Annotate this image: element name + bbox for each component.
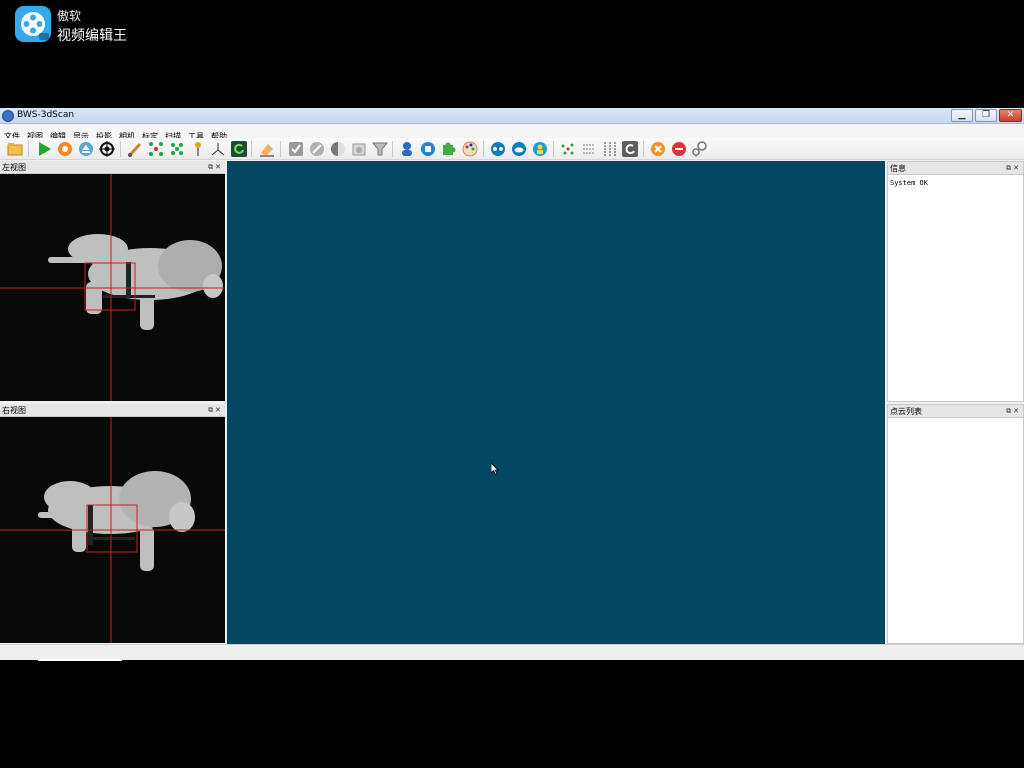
toolbar-separator bbox=[553, 141, 554, 157]
3d-viewport[interactable] bbox=[227, 161, 885, 644]
right-view-panel: 右视图 ⧉✕ bbox=[0, 404, 225, 644]
panel-title: 右视图 bbox=[2, 406, 26, 415]
left-view-header: 左视图 ⧉✕ bbox=[0, 161, 225, 174]
toolbar-separator bbox=[392, 141, 393, 157]
stop-red-icon[interactable] bbox=[671, 141, 687, 157]
restore-button[interactable]: ❐ bbox=[975, 109, 997, 122]
app-icon bbox=[2, 110, 14, 122]
merge-icon[interactable] bbox=[581, 141, 597, 157]
disable-icon[interactable] bbox=[309, 141, 325, 157]
toolbar-separator bbox=[28, 141, 29, 157]
toolbar-separator bbox=[483, 141, 484, 157]
target-icon[interactable] bbox=[99, 141, 115, 157]
info-header: 信息 ⧉✕ bbox=[888, 162, 1023, 175]
close-icon[interactable]: ✕ bbox=[1013, 407, 1021, 415]
grid-dots-icon[interactable] bbox=[602, 141, 618, 157]
puzzle-green-icon[interactable] bbox=[441, 141, 457, 157]
point-cloud-header: 点云列表 ⧉✕ bbox=[888, 405, 1023, 418]
window-title: BWS-3dScan bbox=[17, 110, 75, 120]
open-folder-icon[interactable] bbox=[7, 141, 23, 157]
info-panel: 信息 ⧉✕ System OK bbox=[887, 161, 1024, 402]
cloud-icon[interactable] bbox=[511, 141, 527, 157]
checkbox-icon[interactable] bbox=[288, 141, 304, 157]
watermark-product: 视频编辑王 bbox=[57, 28, 127, 44]
toolbar-separator bbox=[280, 141, 281, 157]
left-camera-image bbox=[0, 174, 225, 401]
stop-orange-icon[interactable] bbox=[650, 141, 666, 157]
status-segment bbox=[38, 659, 122, 661]
point-cloud-list-panel: 点云列表 ⧉✕ bbox=[887, 404, 1024, 644]
panel-controls: ⧉✕ bbox=[1006, 162, 1021, 175]
left-view-panel: 左视图 ⧉✕ bbox=[0, 161, 225, 402]
toolbar bbox=[0, 138, 1024, 160]
right-view-header: 右视图 ⧉✕ bbox=[0, 404, 225, 417]
select-region-icon[interactable] bbox=[169, 141, 185, 157]
toolbar-separator bbox=[120, 141, 121, 157]
close-icon: ✕ bbox=[1006, 110, 1015, 120]
axes-icon[interactable] bbox=[210, 141, 226, 157]
align-icon[interactable] bbox=[490, 141, 506, 157]
watermark-brand: 傲软 bbox=[57, 9, 82, 23]
close-button[interactable]: ✕ bbox=[999, 109, 1022, 122]
palette-icon[interactable] bbox=[462, 141, 478, 157]
minimize-button[interactable]: ▁ bbox=[951, 109, 973, 122]
right-camera-image bbox=[0, 417, 225, 643]
film-reel-icon bbox=[15, 6, 51, 42]
user-icon[interactable] bbox=[399, 141, 415, 157]
mouse-cursor-icon bbox=[490, 460, 499, 479]
panel-controls: ⧉✕ bbox=[208, 161, 223, 174]
toolbar-separator bbox=[251, 141, 252, 157]
close-icon[interactable]: ✕ bbox=[1013, 164, 1021, 172]
minimize-icon: ▁ bbox=[958, 110, 966, 120]
app-window: BWS-3dScan ▁ ❐ ✕ 文件 视图 编辑 显示 投影 相机 标定 扫描 工具 帮助 bbox=[0, 108, 1024, 661]
eject-icon[interactable] bbox=[78, 141, 94, 157]
toolbar-separator bbox=[643, 141, 644, 157]
puzzle-blue-icon[interactable] bbox=[420, 141, 436, 157]
scatter-icon[interactable] bbox=[560, 141, 576, 157]
filter-icon[interactable] bbox=[372, 141, 388, 157]
panel-controls: ⧉✕ bbox=[208, 404, 223, 417]
close-icon[interactable]: ✕ bbox=[215, 406, 223, 414]
panel-controls: ⧉✕ bbox=[1006, 405, 1021, 418]
person-icon[interactable] bbox=[532, 141, 548, 157]
refresh-icon[interactable] bbox=[231, 141, 247, 157]
close-icon[interactable]: ✕ bbox=[215, 163, 223, 171]
info-log-text: System OK bbox=[890, 179, 928, 187]
restore-icon: ❐ bbox=[981, 110, 991, 120]
camera-icon[interactable] bbox=[351, 141, 367, 157]
eraser-icon[interactable] bbox=[259, 141, 275, 157]
pin-icon[interactable] bbox=[190, 141, 206, 157]
record-icon[interactable] bbox=[57, 141, 73, 157]
title-bar: BWS-3dScan ▁ ❐ ✕ bbox=[0, 108, 1024, 124]
contrast-icon[interactable] bbox=[330, 141, 346, 157]
panel-title: 点云列表 bbox=[890, 407, 922, 416]
rotate-icon[interactable] bbox=[622, 141, 638, 157]
panel-title: 左视图 bbox=[2, 163, 26, 172]
play-icon[interactable] bbox=[36, 141, 52, 157]
select-points-icon[interactable] bbox=[148, 141, 164, 157]
menu-bar: 文件 视图 编辑 显示 投影 相机 标定 扫描 工具 帮助 bbox=[0, 124, 1024, 141]
brush-icon[interactable] bbox=[127, 141, 143, 157]
location-icon[interactable] bbox=[692, 141, 708, 157]
panel-title: 信息 bbox=[890, 164, 906, 173]
status-bar bbox=[0, 644, 1024, 661]
